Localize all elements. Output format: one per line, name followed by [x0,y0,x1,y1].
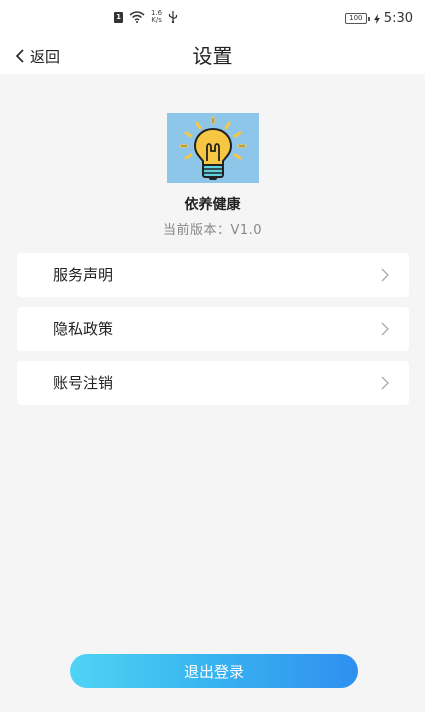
battery-tip [367,16,370,21]
usb-icon [169,11,178,23]
menu-item-account-deletion[interactable]: 账号注销 [17,361,409,405]
lightbulb-icon [179,116,247,180]
network-speed-unit: K/s [151,16,162,24]
wifi-icon [129,11,145,23]
app-version: 当前版本：V1.0 [162,223,263,238]
network-speed: 1.6 K/s [151,10,162,24]
status-left-group: 1 1.6 K/s [114,10,178,24]
chevron-right-icon [381,322,389,336]
battery-level: 100 [344,13,367,24]
battery-icon: 100 [344,13,370,24]
app-name: 依养健康 [184,197,241,213]
status-clock: 5:30 [383,11,413,26]
page-title: 设置 [192,44,233,68]
menu-item-service-statement[interactable]: 服务声明 [17,253,409,297]
sim-card-icon: 1 [114,11,123,23]
charging-icon [373,13,380,24]
menu-item-label: 账号注销 [53,374,114,392]
status-right-group: 100 5:30 [344,11,413,26]
header-bar: 返回 设置 [0,38,425,74]
app-logo [167,113,259,183]
logout-button[interactable]: 退出登录 [70,654,358,688]
status-bar: 1 1.6 K/s 100 5:30 [0,0,425,38]
chevron-right-icon [381,376,389,390]
menu-item-label: 隐私政策 [53,320,114,338]
chevron-right-icon [381,268,389,282]
menu-item-privacy-policy[interactable]: 隐私政策 [17,307,409,351]
menu-item-label: 服务声明 [53,266,114,284]
